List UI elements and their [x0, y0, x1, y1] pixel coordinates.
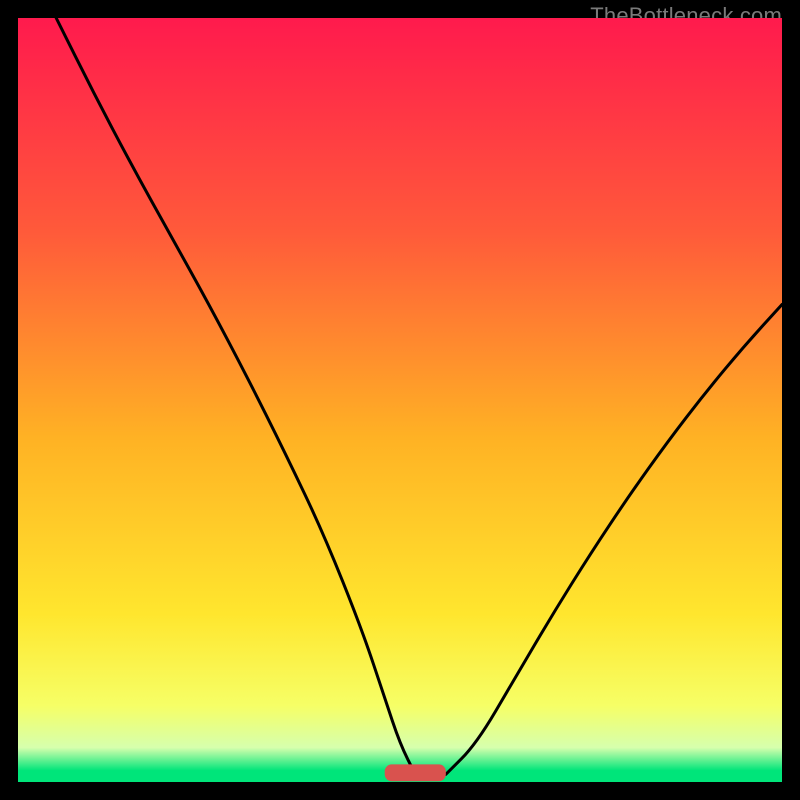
chart-svg [18, 18, 782, 782]
chart-frame: TheBottleneck.com [0, 0, 800, 800]
optimum-marker [385, 764, 446, 781]
plot-area [18, 18, 782, 782]
gradient-background [18, 18, 782, 782]
